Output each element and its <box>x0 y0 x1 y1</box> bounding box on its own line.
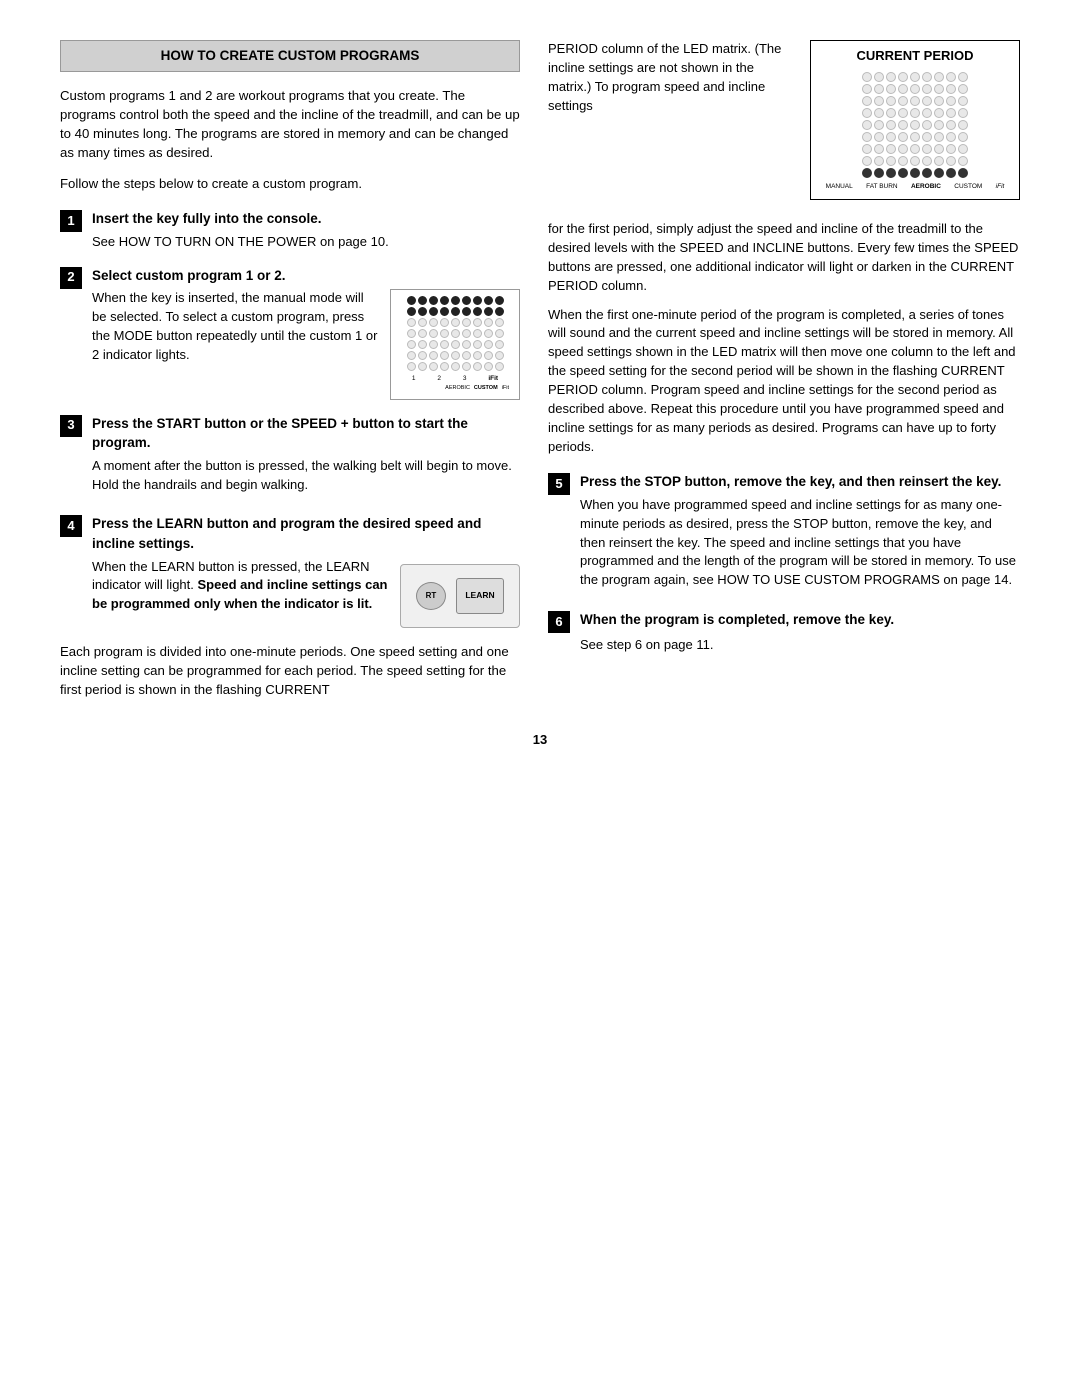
step-3-number: 3 <box>60 415 82 437</box>
label-fatburn: FAT BURN <box>866 182 898 191</box>
learn-button-image: RT LEARN <box>400 564 520 628</box>
step-6-see: See step 6 on page 11. <box>580 636 1020 655</box>
right-para1: for the first period, simply adjust the … <box>548 220 1020 295</box>
follow-text: Follow the steps below to create a custo… <box>60 174 520 193</box>
step-3-content: Press the START button or the SPEED + bu… <box>92 414 520 501</box>
step-6-number: 6 <box>548 611 570 633</box>
step-5-content: Press the STOP button, remove the key, a… <box>580 472 1020 596</box>
learn-button-icon: LEARN <box>456 578 504 614</box>
step-6-title: When the program is completed, remove th… <box>580 610 1020 630</box>
step-6-content: When the program is completed, remove th… <box>580 610 1020 654</box>
intro-text: Custom programs 1 and 2 are workout prog… <box>60 86 520 163</box>
step-2-title: Select custom program 1 or 2. <box>92 266 520 286</box>
step-3-block: 3 Press the START button or the SPEED + … <box>60 414 520 501</box>
page: HOW TO CREATE CUSTOM PROGRAMS Custom pro… <box>0 0 1080 1397</box>
step-3-body: A moment after the button is pressed, th… <box>92 457 520 495</box>
right-para2: When the first one-minute period of the … <box>548 306 1020 457</box>
step-5-body: When you have programmed speed and incli… <box>580 496 1020 590</box>
right-top-section: PERIOD column of the LED matrix. (The in… <box>548 40 1020 210</box>
led-matrix-step2: 1 2 3 iFit AEROBIC CUSTOM iFit <box>390 289 520 399</box>
step-2-number: 2 <box>60 267 82 289</box>
section-header: HOW TO CREATE CUSTOM PROGRAMS <box>60 40 520 72</box>
left-column: HOW TO CREATE CUSTOM PROGRAMS Custom pro… <box>60 40 520 711</box>
right-column: PERIOD column of the LED matrix. (The in… <box>548 40 1020 711</box>
step-1-sub: See HOW TO TURN ON THE POWER on page 10. <box>92 233 520 252</box>
step-4-title: Press the LEARN button and program the d… <box>92 514 520 553</box>
rt-button-icon: RT <box>416 582 446 610</box>
step-2-content: Select custom program 1 or 2. When the k… <box>92 266 520 400</box>
step-5-block: 5 Press the STOP button, remove the key,… <box>548 472 1020 596</box>
step-2-block: 2 Select custom program 1 or 2. When the… <box>60 266 520 400</box>
step-1-number: 1 <box>60 210 82 232</box>
step-4-body: When the LEARN button is pressed, the LE… <box>92 558 388 615</box>
step-1-content: Insert the key fully into the console. S… <box>92 209 520 251</box>
label-aerobic: AEROBIC <box>911 182 941 191</box>
step-2-body: When the key is inserted, the manual mod… <box>92 289 378 364</box>
cp-bottom-labels: MANUAL FAT BURN AEROBIC CUSTOM iFit <box>819 182 1011 191</box>
step-5-number: 5 <box>548 473 570 495</box>
step-5-title: Press the STOP button, remove the key, a… <box>580 472 1020 492</box>
step-4-content: Press the LEARN button and program the d… <box>92 514 520 627</box>
step-1-title: Insert the key fully into the console. <box>92 209 520 229</box>
label-custom: CUSTOM <box>954 182 982 191</box>
current-period-box: CURRENT PERIOD <box>810 40 1020 200</box>
step-6-block: 6 When the program is completed, remove … <box>548 610 1020 654</box>
page-number: 13 <box>60 731 1020 750</box>
label-ifit: iFit <box>996 182 1005 191</box>
step-1-block: 1 Insert the key fully into the console.… <box>60 209 520 251</box>
period-text: Each program is divided into one-minute … <box>60 642 520 699</box>
current-period-title: CURRENT PERIOD <box>819 47 1011 66</box>
step-4-block: 4 Press the LEARN button and program the… <box>60 514 520 627</box>
step-4-number: 4 <box>60 515 82 537</box>
period-col-text: PERIOD column of the LED matrix. (The in… <box>548 40 796 210</box>
step-3-title: Press the START button or the SPEED + bu… <box>92 414 520 453</box>
label-manual: MANUAL <box>826 182 853 191</box>
